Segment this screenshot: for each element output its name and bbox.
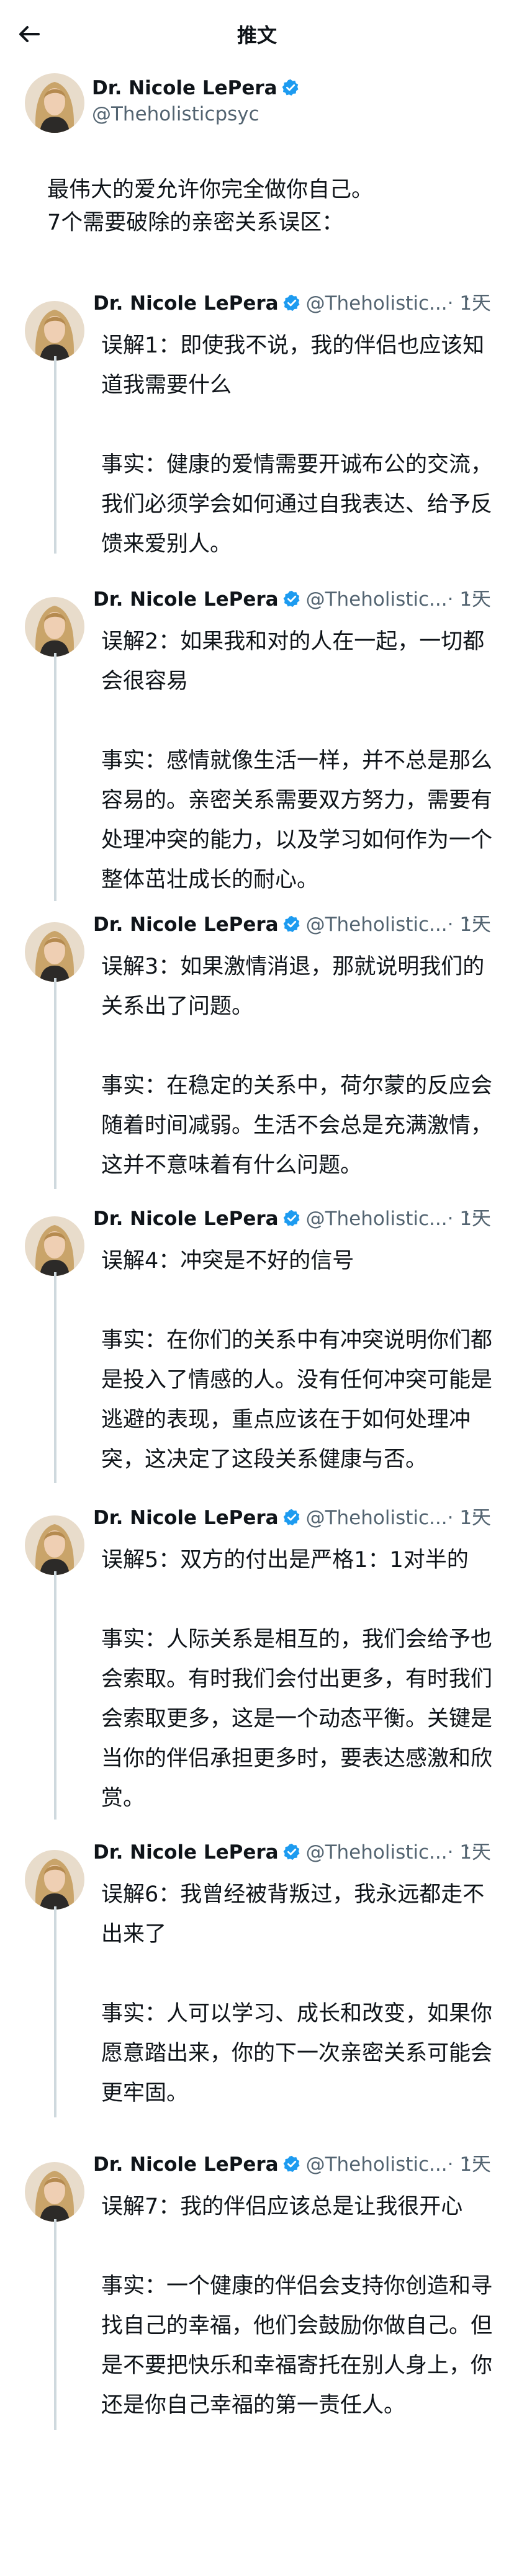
- reply-text: 误解6：我曾经被背叛过，我永远都走不出来了事实：人可以学习、成长和改变，如果你愿…: [101, 1875, 492, 2113]
- thread-line: [54, 978, 56, 1189]
- author-name: Dr. Nicole LePera: [93, 913, 279, 936]
- avatar[interactable]: [25, 597, 84, 657]
- author-name: Dr. Nicole LePera: [93, 1507, 279, 1529]
- more-options-button[interactable]: ···: [464, 1503, 486, 1525]
- reply-text: 误解3：如果激情消退，那就说明我们的关系出了问题。事实：在稳定的关系中，荷尔蒙的…: [101, 947, 492, 1185]
- main-tweet-text: 最伟大的爱允许你完全做你自己。 7个需要破除的亲密关系误区：: [47, 174, 373, 240]
- author-name: Dr. Nicole LePera: [93, 588, 279, 611]
- thread-line: [54, 1906, 56, 2117]
- thread-line: [54, 356, 56, 554]
- avatar[interactable]: [25, 922, 84, 982]
- fact-text: 事实：感情就像生活一样，并不总是那么容易的。亲密关系需要双方努力，需要有处理冲突…: [101, 748, 493, 892]
- reply-text: 误解7：我的伴侣应该总是让我很开心事实：一个健康的伴侣会支持你创造和寻找自己的幸…: [101, 2187, 492, 2425]
- myth-text: 误解3：如果激情消退，那就说明我们的关系出了问题。: [101, 954, 485, 1019]
- author-row[interactable]: Dr. Nicole LePera @Theholistic...· 1天: [93, 290, 491, 317]
- verified-badge-icon: [282, 915, 301, 933]
- fact-text: 事实：一个健康的伴侣会支持你创造和寻找自己的幸福，他们会鼓励你做自己。但是不要把…: [101, 2274, 493, 2418]
- thread-line: [54, 2219, 56, 2430]
- more-options-button[interactable]: ···: [464, 1204, 486, 1226]
- myth-text: 误解5：双方的付出是严格1：1对半的: [101, 1548, 469, 1573]
- myth-text: 误解6：我曾经被背叛过，我永远都走不出来了: [101, 1882, 485, 1947]
- fact-text: 事实：在稳定的关系中，荷尔蒙的反应会随着时间减弱。生活不会总是充满激情，这并不意…: [101, 1074, 493, 1178]
- author-name: Dr. Nicole LePera: [93, 1208, 279, 1230]
- author-row[interactable]: Dr. Nicole LePera @Theholistic...· 1天: [93, 1205, 491, 1232]
- reply-text: 误解2：如果我和对的人在一起，一切都会很容易事实：感情就像生活一样，并不总是那么…: [101, 622, 492, 900]
- author-row[interactable]: Dr. Nicole LePera @Theholistic...· 1天: [93, 1504, 491, 1532]
- thread-line: [54, 653, 56, 901]
- verified-badge-icon: [282, 1508, 301, 1527]
- verified-badge-icon: [282, 590, 301, 608]
- avatar[interactable]: [25, 73, 84, 133]
- myth-text: 误解2：如果我和对的人在一起，一切都会很容易: [101, 629, 485, 694]
- avatar[interactable]: [25, 1515, 84, 1575]
- author-row[interactable]: Dr. Nicole LePera @Theholistic...· 1天: [93, 1839, 491, 1866]
- myth-text: 误解7：我的伴侣应该总是让我很开心: [101, 2194, 463, 2219]
- author-handle: @Theholistic...: [305, 1208, 448, 1230]
- author-handle: @Theholistic...: [305, 2153, 448, 2176]
- avatar[interactable]: [25, 1216, 84, 1276]
- page-title: 推文: [237, 24, 277, 47]
- thread-line: [54, 1571, 56, 1820]
- avatar[interactable]: [25, 301, 84, 361]
- more-options-button[interactable]: ···: [464, 585, 486, 606]
- author-name: Dr. Nicole LePera: [93, 1841, 279, 1864]
- author-handle: @Theholistic...: [305, 1841, 448, 1864]
- reply-text: 误解1：即使我不说，我的伴侣也应该知道我需要什么事实：健康的爱情需要开诚布公的交…: [101, 326, 492, 564]
- author-handle: @Theholistic...: [305, 588, 448, 611]
- avatar[interactable]: [25, 2162, 84, 2222]
- reply-text: 误解5：双方的付出是严格1：1对半的事实：人际关系是相互的，我们会给予也会索取。…: [101, 1540, 492, 1818]
- author-row[interactable]: Dr. Nicole LePera: [92, 74, 300, 102]
- fact-text: 事实：人可以学习、成长和改变，如果你愿意踏出来，你的下一次亲密关系可能会更牢固。: [101, 2001, 493, 2106]
- fact-text: 事实：健康的爱情需要开诚布公的交流，我们必须学会如何通过自我表达、给予反馈来爱别…: [101, 452, 493, 557]
- author-name: Dr. Nicole LePera: [93, 2153, 279, 2176]
- fact-text: 事实：在你们的关系中有冲突说明你们都是投入了情感的人。没有任何冲突可能是逃避的表…: [101, 1328, 493, 1472]
- myth-text: 误解4：冲突是不好的信号: [101, 1249, 354, 1273]
- author-handle[interactable]: @Theholisticpsyc: [92, 103, 259, 125]
- author-handle: @Theholistic...: [305, 1507, 448, 1529]
- author-row[interactable]: Dr. Nicole LePera @Theholistic...· 1天: [93, 586, 491, 613]
- verified-badge-icon: [282, 1209, 301, 1227]
- author-row[interactable]: Dr. Nicole LePera @Theholistic...· 1天: [93, 911, 491, 938]
- reply-text: 误解4：冲突是不好的信号事实：在你们的关系中有冲突说明你们都是投入了情感的人。没…: [101, 1241, 492, 1479]
- main-tweet-line: 最伟大的爱允许你完全做你自己。: [47, 177, 374, 202]
- avatar[interactable]: [25, 1850, 84, 1910]
- main-tweet-line: 7个需要破除的亲密关系误区：: [47, 210, 344, 235]
- more-options-button[interactable]: ···: [464, 1838, 486, 1859]
- verified-badge-icon: [282, 294, 301, 312]
- myth-text: 误解1：即使我不说，我的伴侣也应该知道我需要什么: [101, 333, 485, 398]
- verified-badge-icon: [282, 2155, 301, 2173]
- author-handle: @Theholistic...: [305, 292, 448, 315]
- thread-line: [54, 1272, 56, 1483]
- author-row[interactable]: Dr. Nicole LePera @Theholistic...· 1天: [93, 2151, 491, 2178]
- author-handle: @Theholistic...: [305, 913, 448, 936]
- verified-badge-icon: [282, 1842, 301, 1861]
- verified-badge-icon: [281, 78, 300, 97]
- more-options-button[interactable]: ···: [464, 289, 486, 310]
- top-bar: 推文: [0, 0, 514, 71]
- more-options-button[interactable]: ···: [464, 910, 486, 931]
- author-name: Dr. Nicole LePera: [92, 77, 277, 99]
- fact-text: 事实：人际关系是相互的，我们会给予也会索取。有时我们会付出更多，有时我们会索取更…: [101, 1627, 493, 1811]
- author-name: Dr. Nicole LePera: [93, 292, 279, 315]
- more-options-button[interactable]: ···: [464, 2150, 486, 2171]
